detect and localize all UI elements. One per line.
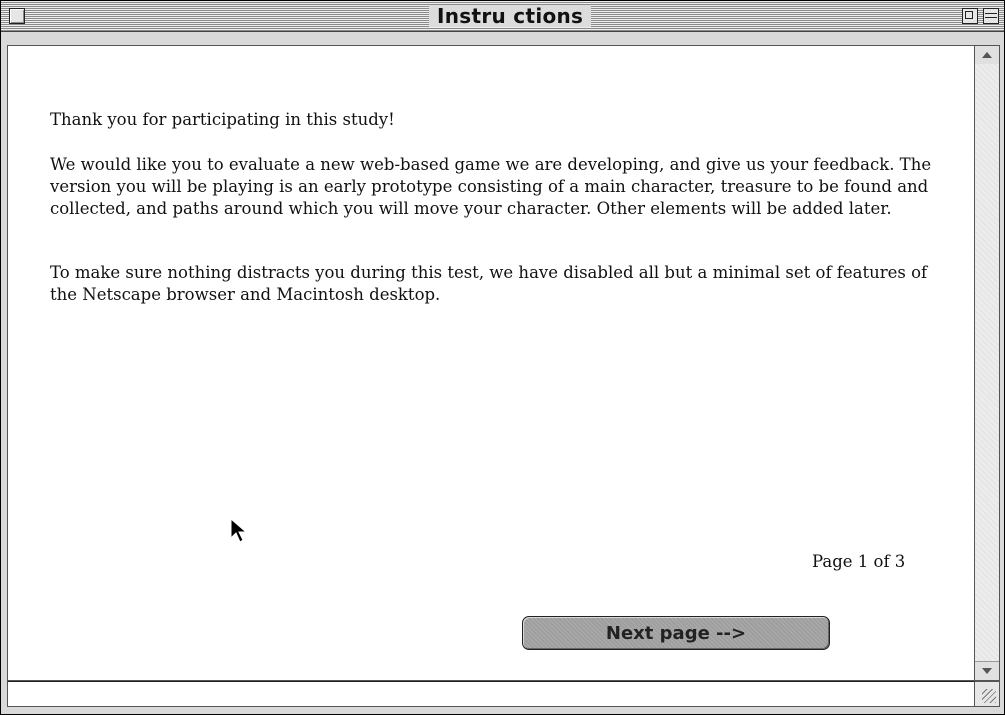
study-description-text: We would like you to evaluate a new web-…	[50, 155, 932, 218]
next-page-button[interactable]: Next page -->	[522, 616, 830, 650]
scroll-up-arrow-icon	[982, 52, 992, 58]
page-indicator: Page 1 of 3	[812, 552, 906, 571]
scroll-down-arrow-icon	[982, 668, 992, 674]
distraction-notice-text: To make sure nothing distracts you durin…	[50, 263, 928, 304]
intro-thanks-text: Thank you for participating in this stud…	[50, 110, 395, 129]
next-page-label: Next page -->	[605, 622, 747, 644]
arrow-cursor-icon	[230, 517, 250, 544]
grow-box-icon[interactable]	[975, 681, 1000, 707]
content-area: Thank you for participating in this stud…	[7, 45, 975, 681]
scroll-up-button[interactable]	[975, 46, 999, 65]
window-title: Instru ctions	[437, 4, 584, 28]
close-box-icon[interactable]	[9, 8, 25, 24]
title-bar[interactable]: Instru ctions	[1, 1, 1004, 32]
browser-window: Instru ctions Thank you for participatin…	[0, 0, 1005, 715]
zoom-box-icon[interactable]	[962, 8, 978, 24]
status-bar	[7, 681, 975, 707]
collapse-box-icon[interactable]	[983, 8, 999, 24]
scroll-track[interactable]	[975, 64, 999, 662]
title-plate: Instru ctions	[429, 4, 592, 28]
vertical-scrollbar[interactable]	[975, 45, 1000, 681]
scroll-down-button[interactable]	[975, 661, 999, 680]
